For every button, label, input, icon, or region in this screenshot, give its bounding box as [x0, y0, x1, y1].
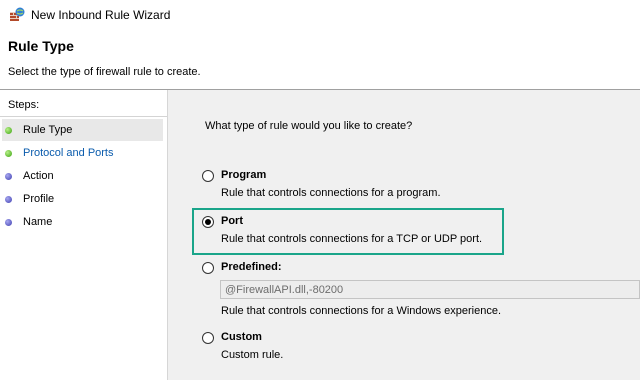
- option-description: Rule that controls connections for a pro…: [221, 187, 441, 199]
- step-rule-type: Rule Type: [2, 119, 163, 141]
- firewall-icon: [10, 7, 25, 21]
- rule-type-question: What type of rule would you like to crea…: [205, 120, 413, 132]
- step-status-dot: [5, 127, 12, 134]
- step-label: Profile: [23, 193, 55, 205]
- step-status-dot: [5, 219, 12, 226]
- option-title[interactable]: Custom: [221, 331, 262, 343]
- predefined-radio[interactable]: [202, 262, 214, 274]
- step-name: Name: [2, 211, 163, 233]
- page-title: Rule Type: [8, 38, 74, 54]
- steps-heading-label: Steps:: [8, 99, 40, 111]
- steps-panel: Steps: Rule Type Protocol and Ports Acti…: [0, 90, 168, 380]
- program-radio[interactable]: [202, 170, 214, 182]
- step-label[interactable]: Protocol and Ports: [23, 147, 114, 159]
- step-status-dot: [5, 173, 12, 180]
- custom-radio[interactable]: [202, 332, 214, 344]
- step-status-dot: [5, 150, 12, 157]
- option-description: Custom rule.: [221, 349, 284, 361]
- steps-heading: Steps:: [0, 96, 167, 117]
- option-description: Rule that controls connections for a TCP…: [221, 233, 483, 245]
- option-title[interactable]: Port: [221, 215, 243, 227]
- step-label: Action: [23, 170, 54, 182]
- step-status-dot: [5, 196, 12, 203]
- option-title[interactable]: Program: [221, 169, 266, 181]
- predefined-description: Rule that controls connections for a Win…: [221, 305, 502, 317]
- predefined-rule-select[interactable]: @FirewallAPI.dll,-80200: [220, 280, 640, 299]
- window-title: New Inbound Rule Wizard: [31, 8, 171, 22]
- step-profile: Profile: [2, 188, 163, 210]
- page-description: Select the type of firewall rule to crea…: [8, 66, 201, 78]
- predefined-rule-value: @FirewallAPI.dll,-80200: [225, 284, 344, 296]
- step-protocol-and-ports[interactable]: Protocol and Ports: [2, 142, 163, 164]
- wizard-header: Rule Type Select the type of firewall ru…: [0, 31, 640, 89]
- rule-type-content: What type of rule would you like to crea…: [168, 90, 640, 380]
- step-label: Name: [23, 216, 53, 228]
- step-action: Action: [2, 165, 163, 187]
- port-radio[interactable]: [202, 216, 214, 228]
- title-bar: New Inbound Rule Wizard: [0, 0, 640, 31]
- step-label: Rule Type: [23, 124, 73, 136]
- option-title[interactable]: Predefined:: [221, 261, 282, 273]
